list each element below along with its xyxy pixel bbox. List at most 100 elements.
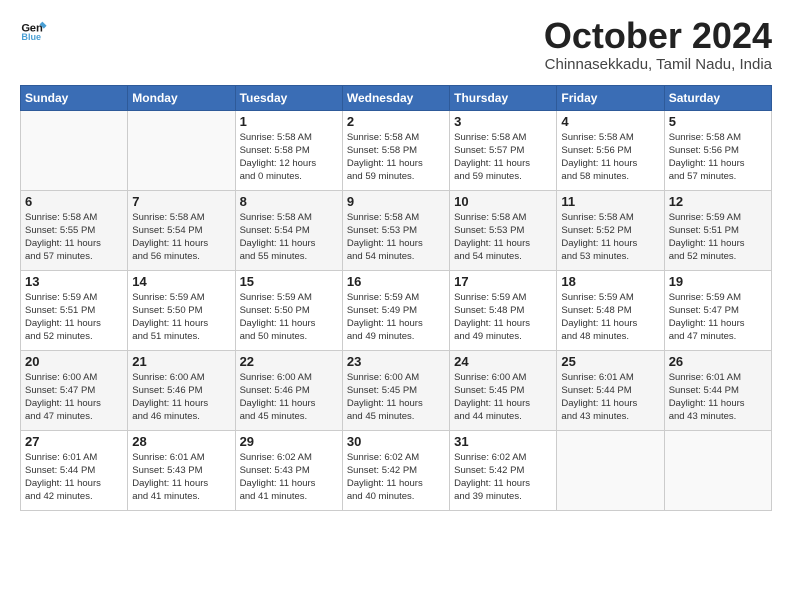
day-number: 16 (347, 274, 445, 289)
calendar-cell (664, 430, 771, 510)
day-info: Sunrise: 5:58 AM Sunset: 5:52 PM Dayligh… (561, 211, 659, 264)
day-info: Sunrise: 5:58 AM Sunset: 5:54 PM Dayligh… (132, 211, 230, 264)
day-header-saturday: Saturday (664, 85, 771, 110)
day-header-sunday: Sunday (21, 85, 128, 110)
day-info: Sunrise: 5:59 AM Sunset: 5:50 PM Dayligh… (132, 291, 230, 344)
day-info: Sunrise: 6:00 AM Sunset: 5:45 PM Dayligh… (454, 371, 552, 424)
day-number: 14 (132, 274, 230, 289)
day-info: Sunrise: 6:01 AM Sunset: 5:44 PM Dayligh… (561, 371, 659, 424)
day-info: Sunrise: 6:00 AM Sunset: 5:47 PM Dayligh… (25, 371, 123, 424)
day-number: 23 (347, 354, 445, 369)
calendar-cell: 13Sunrise: 5:59 AM Sunset: 5:51 PM Dayli… (21, 270, 128, 350)
calendar-cell: 4 Sunrise: 5:58 AM Sunset: 5:56 PM Daylig… (557, 110, 664, 190)
calendar-cell: 19 Sunrise: 5:59 AM Sunset: 5:47 PM Dayli… (664, 270, 771, 350)
day-info: Sunrise: 5:58 AM Sunset: 5:53 PM Dayligh… (454, 211, 552, 264)
day-number: 9 (347, 194, 445, 209)
day-number: 2 (347, 114, 445, 129)
day-number: 31 (454, 434, 552, 449)
calendar-cell: 17Sunrise: 5:59 AM Sunset: 5:48 PM Dayli… (450, 270, 557, 350)
day-number: 29 (240, 434, 338, 449)
day-info: Sunrise: 5:58 AM Sunset: 5:56 PM Dayligh… (669, 131, 767, 184)
title-block: October 2024 Chinnasekkadu, Tamil Nadu, … (544, 16, 772, 73)
day-number: 19 (669, 274, 767, 289)
location-subtitle: Chinnasekkadu, Tamil Nadu, India (544, 56, 772, 73)
week-row-5: 27Sunrise: 6:01 AM Sunset: 5:44 PM Dayli… (21, 430, 772, 510)
calendar-cell: 25 Sunrise: 6:01 AM Sunset: 5:44 PM Dayli… (557, 350, 664, 430)
day-info: Sunrise: 6:01 AM Sunset: 5:43 PM Dayligh… (132, 451, 230, 504)
day-info: Sunrise: 6:01 AM Sunset: 5:44 PM Dayligh… (25, 451, 123, 504)
day-number: 20 (25, 354, 123, 369)
calendar-cell: 11 Sunrise: 5:58 AM Sunset: 5:52 PM Dayli… (557, 190, 664, 270)
week-row-4: 20 Sunrise: 6:00 AM Sunset: 5:47 PM Dayli… (21, 350, 772, 430)
day-info: Sunrise: 5:58 AM Sunset: 5:56 PM Dayligh… (561, 131, 659, 184)
calendar-cell: 28 Sunrise: 6:01 AM Sunset: 5:43 PM Dayli… (128, 430, 235, 510)
day-number: 25 (561, 354, 659, 369)
day-info: Sunrise: 6:02 AM Sunset: 5:42 PM Dayligh… (454, 451, 552, 504)
calendar-cell: 8 Sunrise: 5:58 AM Sunset: 5:54 PM Daylig… (235, 190, 342, 270)
day-number: 3 (454, 114, 552, 129)
day-info: Sunrise: 5:58 AM Sunset: 5:57 PM Dayligh… (454, 131, 552, 184)
day-number: 21 (132, 354, 230, 369)
calendar-cell: 16Sunrise: 5:59 AM Sunset: 5:49 PM Dayli… (342, 270, 449, 350)
calendar-cell: 14 Sunrise: 5:59 AM Sunset: 5:50 PM Dayli… (128, 270, 235, 350)
day-info: Sunrise: 5:59 AM Sunset: 5:51 PM Dayligh… (669, 211, 767, 264)
calendar-cell: 22Sunrise: 6:00 AM Sunset: 5:46 PM Dayli… (235, 350, 342, 430)
day-info: Sunrise: 5:58 AM Sunset: 5:54 PM Dayligh… (240, 211, 338, 264)
day-number: 15 (240, 274, 338, 289)
calendar-cell: 9 Sunrise: 5:58 AM Sunset: 5:53 PM Daylig… (342, 190, 449, 270)
day-info: Sunrise: 5:58 AM Sunset: 5:55 PM Dayligh… (25, 211, 123, 264)
calendar-cell: 15 Sunrise: 5:59 AM Sunset: 5:50 PM Dayli… (235, 270, 342, 350)
day-info: Sunrise: 5:58 AM Sunset: 5:58 PM Dayligh… (347, 131, 445, 184)
day-info: Sunrise: 5:59 AM Sunset: 5:50 PM Dayligh… (240, 291, 338, 344)
calendar-cell: 23 Sunrise: 6:00 AM Sunset: 5:45 PM Dayli… (342, 350, 449, 430)
day-header-monday: Monday (128, 85, 235, 110)
day-number: 24 (454, 354, 552, 369)
day-number: 12 (669, 194, 767, 209)
calendar-cell: 30 Sunrise: 6:02 AM Sunset: 5:42 PM Dayli… (342, 430, 449, 510)
calendar-cell: 10Sunrise: 5:58 AM Sunset: 5:53 PM Dayli… (450, 190, 557, 270)
header-row: SundayMondayTuesdayWednesdayThursdayFrid… (21, 85, 772, 110)
week-row-1: 1 Sunrise: 5:58 AM Sunset: 5:58 PM Daylig… (21, 110, 772, 190)
calendar-cell: 2 Sunrise: 5:58 AM Sunset: 5:58 PM Daylig… (342, 110, 449, 190)
day-number: 8 (240, 194, 338, 209)
calendar-cell: 29 Sunrise: 6:02 AM Sunset: 5:43 PM Dayli… (235, 430, 342, 510)
day-info: Sunrise: 6:00 AM Sunset: 5:45 PM Dayligh… (347, 371, 445, 424)
logo-icon: G en Blue (20, 16, 48, 44)
week-row-2: 6 Sunrise: 5:58 AM Sunset: 5:55 PM Daylig… (21, 190, 772, 270)
svg-text:Blue: Blue (21, 32, 41, 42)
day-info: Sunrise: 5:59 AM Sunset: 5:48 PM Dayligh… (561, 291, 659, 344)
day-info: Sunrise: 5:59 AM Sunset: 5:47 PM Dayligh… (669, 291, 767, 344)
day-info: Sunrise: 6:01 AM Sunset: 5:44 PM Dayligh… (669, 371, 767, 424)
calendar-table: SundayMondayTuesdayWednesdayThursdayFrid… (20, 85, 772, 511)
day-info: Sunrise: 5:58 AM Sunset: 5:58 PM Dayligh… (240, 131, 338, 184)
calendar-cell: 1 Sunrise: 5:58 AM Sunset: 5:58 PM Daylig… (235, 110, 342, 190)
calendar-cell: 31 Sunrise: 6:02 AM Sunset: 5:42 PM Dayli… (450, 430, 557, 510)
calendar-cell: 7Sunrise: 5:58 AM Sunset: 5:54 PM Daylig… (128, 190, 235, 270)
day-info: Sunrise: 5:58 AM Sunset: 5:53 PM Dayligh… (347, 211, 445, 264)
day-header-thursday: Thursday (450, 85, 557, 110)
day-info: Sunrise: 5:59 AM Sunset: 5:48 PM Dayligh… (454, 291, 552, 344)
calendar-cell: 12 Sunrise: 5:59 AM Sunset: 5:51 PM Dayli… (664, 190, 771, 270)
day-header-friday: Friday (557, 85, 664, 110)
week-row-3: 13Sunrise: 5:59 AM Sunset: 5:51 PM Dayli… (21, 270, 772, 350)
day-info: Sunrise: 6:00 AM Sunset: 5:46 PM Dayligh… (132, 371, 230, 424)
day-header-tuesday: Tuesday (235, 85, 342, 110)
day-number: 6 (25, 194, 123, 209)
calendar-cell: 20 Sunrise: 6:00 AM Sunset: 5:47 PM Dayli… (21, 350, 128, 430)
logo: G en Blue (20, 16, 48, 44)
day-number: 28 (132, 434, 230, 449)
calendar-cell: 18 Sunrise: 5:59 AM Sunset: 5:48 PM Dayli… (557, 270, 664, 350)
day-number: 11 (561, 194, 659, 209)
calendar-cell: 5Sunrise: 5:58 AM Sunset: 5:56 PM Daylig… (664, 110, 771, 190)
day-info: Sunrise: 6:02 AM Sunset: 5:43 PM Dayligh… (240, 451, 338, 504)
day-number: 1 (240, 114, 338, 129)
day-number: 30 (347, 434, 445, 449)
page-header: G en Blue October 2024 Chinnasekkadu, Ta… (20, 16, 772, 73)
day-info: Sunrise: 6:02 AM Sunset: 5:42 PM Dayligh… (347, 451, 445, 504)
day-number: 4 (561, 114, 659, 129)
day-number: 18 (561, 274, 659, 289)
day-number: 13 (25, 274, 123, 289)
calendar-cell (21, 110, 128, 190)
month-title: October 2024 (544, 16, 772, 56)
calendar-cell: 6 Sunrise: 5:58 AM Sunset: 5:55 PM Daylig… (21, 190, 128, 270)
